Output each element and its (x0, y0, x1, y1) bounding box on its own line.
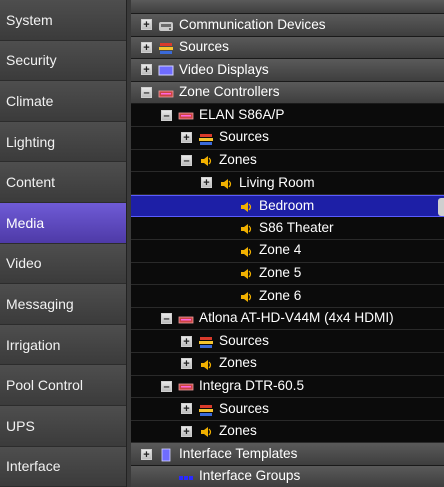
tree-row-label: Atlona AT-HD-V44M (4x4 HDMI) (199, 310, 394, 326)
tree-row-label: Sources (219, 332, 269, 348)
row-scroll-handle[interactable] (438, 197, 444, 216)
speaker-icon (238, 289, 254, 303)
tree-row[interactable]: Zone 4 (131, 240, 444, 263)
sidebar-item-irrigation[interactable]: Irrigation (0, 324, 126, 366)
sidebar-item-security[interactable]: Security (0, 40, 126, 82)
speaker-icon (238, 244, 254, 258)
tree-row-label: Communication Devices (179, 16, 326, 32)
tree-row[interactable]: + Sources (131, 398, 444, 421)
tree-row[interactable]: – ELAN S86A/P (131, 104, 444, 127)
sidebar-item-pool-control[interactable]: Pool Control (0, 365, 126, 406)
collapse-toggle-icon[interactable]: – (181, 154, 192, 166)
sidebar-item-video[interactable]: Video (0, 243, 126, 285)
tree-view[interactable]: + Communication Devices + Sources + Video Dis… (131, 14, 444, 487)
tree-row-label: Interface Templates (179, 445, 298, 461)
expand-toggle-icon[interactable]: + (181, 425, 192, 437)
expand-toggle-icon[interactable]: + (141, 19, 152, 31)
controller-icon (158, 86, 174, 100)
display-icon (158, 63, 174, 77)
expand-toggle-icon[interactable]: + (141, 448, 152, 460)
tree-row-label: Living Room (239, 174, 315, 190)
tree-row[interactable]: S86 Theater (131, 217, 444, 240)
sidebar-item-climate[interactable]: Climate (0, 81, 126, 122)
collapse-toggle-icon[interactable]: – (161, 313, 172, 325)
collapse-toggle-icon[interactable]: – (161, 109, 172, 121)
tree-row[interactable]: Bedroom (131, 194, 444, 218)
sidebar-nav: System Security Climate Lighting Content Medi… (0, 0, 127, 487)
expand-toggle-icon[interactable]: + (181, 358, 192, 370)
tree-row[interactable]: – Zones (131, 150, 444, 173)
tree-row[interactable]: + Living Room (131, 172, 444, 195)
expand-toggle-icon[interactable]: + (181, 403, 192, 415)
speaker-icon (198, 153, 214, 167)
sources-icon (198, 402, 214, 416)
tree-row-label: S86 Theater (259, 219, 334, 235)
controller-icon (178, 108, 194, 122)
tree-row-label: Zones (219, 152, 257, 168)
sidebar-item-system[interactable]: System (0, 0, 126, 41)
tree-row[interactable]: + Sources (131, 330, 444, 353)
collapse-toggle-icon[interactable]: – (141, 87, 152, 99)
tree-row-label: Integra DTR-60.5 (199, 378, 305, 393)
tree-row[interactable]: Zone 6 (131, 285, 444, 308)
speaker-icon (198, 357, 214, 371)
speaker-icon (238, 221, 254, 235)
tree-row[interactable]: – Atlona AT-HD-V44M (4x4 HDMI) (131, 308, 444, 331)
expand-toggle-icon[interactable]: + (181, 132, 192, 144)
tree-row-label: Zone Controllers (179, 84, 280, 100)
tree-row-label: Zone 4 (259, 242, 302, 258)
tree-row[interactable]: Zone 5 (131, 263, 444, 286)
sidebar-item-ups[interactable]: UPS (0, 405, 126, 447)
speaker-icon (218, 176, 234, 190)
tree-top-strip (131, 0, 444, 14)
controller-icon (178, 379, 194, 393)
expand-toggle-icon[interactable]: + (201, 177, 212, 189)
expand-toggle-icon[interactable]: + (181, 335, 192, 347)
sidebar-item-interface[interactable]: Interface (0, 446, 126, 487)
tree-row-label: Zone 6 (259, 287, 302, 303)
tree-row[interactable]: + Interface Templates (131, 443, 444, 466)
communication-icon (158, 18, 174, 32)
tree-row-label: Zones (219, 423, 257, 439)
app-window: System Security Climate Lighting Content Medi… (0, 0, 444, 487)
tree-row-label: Zone 5 (259, 265, 302, 281)
tree-row-label: ELAN S86A/P (199, 106, 285, 122)
tree-row-label: Sources (219, 400, 269, 416)
speaker-icon (198, 424, 214, 438)
sources-icon (158, 40, 174, 55)
tree-row-label: Sources (179, 39, 229, 55)
tree-row[interactable]: – Zone Controllers (131, 81, 444, 105)
sources-icon (198, 131, 214, 145)
tree-row[interactable]: + Sources (131, 36, 444, 60)
tree-row[interactable]: + Video Displays (131, 59, 444, 82)
tree-row-label: Video Displays (179, 61, 269, 77)
sidebar-item-media[interactable]: Media (0, 202, 126, 244)
sources-icon (198, 334, 214, 349)
tree-row[interactable]: + Sources (131, 127, 444, 150)
controller-icon (178, 312, 194, 326)
tree-row-label: Zones (219, 355, 257, 371)
sidebar-item-lighting[interactable]: Lighting (0, 121, 126, 163)
expand-toggle-icon[interactable]: + (141, 64, 152, 76)
tree-row[interactable]: – Integra DTR-60.5 (131, 376, 444, 399)
tree-row-label: Sources (219, 129, 269, 145)
tree-row[interactable]: + Communication Devices (131, 14, 444, 37)
tree-row-label: Bedroom (259, 197, 315, 213)
tree-row[interactable]: + Zones (131, 421, 444, 444)
speaker-icon (238, 266, 254, 280)
tree-row[interactable]: Interface Groups (131, 465, 444, 487)
speaker-icon (238, 199, 254, 213)
tree-row[interactable]: + Zones (131, 353, 444, 376)
template-icon (158, 447, 174, 462)
expand-toggle-icon[interactable]: + (141, 41, 152, 53)
sidebar-item-messaging[interactable]: Messaging (0, 284, 126, 325)
tree-row-label: Interface Groups (199, 468, 301, 484)
sidebar-item-content[interactable]: Content (0, 162, 126, 203)
collapse-toggle-icon[interactable]: – (161, 380, 172, 392)
groups-icon (178, 470, 194, 484)
